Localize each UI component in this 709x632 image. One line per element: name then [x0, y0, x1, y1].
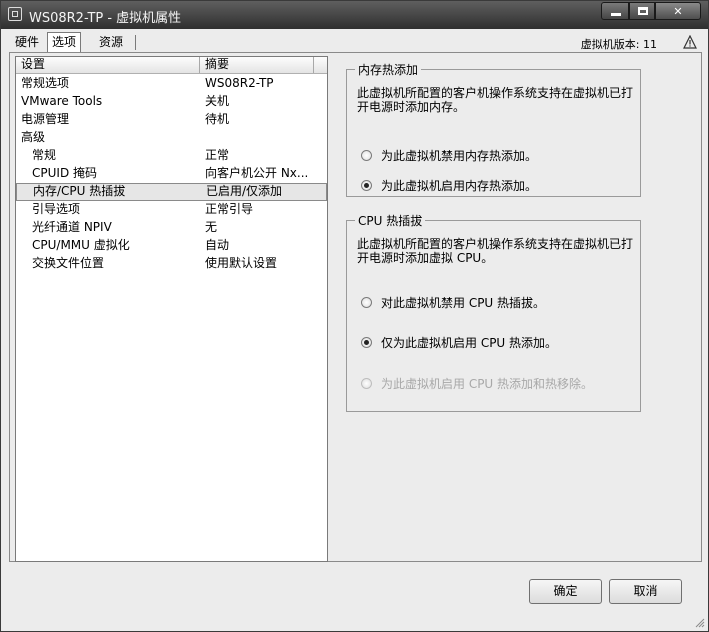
item-value: 已启用/仅添加	[206, 184, 283, 198]
list-item[interactable]: CPUID 掩码 向客户机公开 Nx...	[16, 165, 327, 183]
item-name: 电源管理	[21, 112, 70, 126]
close-button[interactable]: ✕	[655, 2, 701, 20]
item-name: VMware Tools	[21, 94, 103, 108]
item-name: 光纤通道 NPIV	[32, 220, 112, 234]
window-title: WS08R2-TP - 虚拟机属性	[29, 11, 182, 26]
cancel-button[interactable]: 取消	[609, 579, 682, 604]
list-item[interactable]: VMware Tools 关机	[16, 93, 327, 111]
item-value: 无	[205, 220, 218, 234]
list-item[interactable]: 引导选项 正常引导	[16, 201, 327, 219]
warning-icon	[683, 35, 697, 49]
option-label: 为此虚拟机禁用内存热添加。	[381, 149, 538, 163]
maximize-icon	[638, 7, 648, 15]
resize-grip-icon[interactable]	[693, 616, 705, 628]
list-item[interactable]: 高级	[16, 129, 327, 147]
ok-button[interactable]: 确定	[529, 579, 602, 604]
cpu-hotplug-group: CPU 热插拔 此虚拟机所配置的客户机操作系统支持在虚拟机已打开电源时添加虚拟 …	[346, 212, 641, 412]
tab-divider	[135, 35, 136, 50]
options-panel: 设置 摘要 常规选项 WS08R2-TP VMware Tools 关机 电源管…	[9, 52, 702, 562]
item-name: 高级	[21, 130, 46, 144]
item-name: 交换文件位置	[32, 256, 105, 270]
item-value: 关机	[205, 94, 230, 108]
radio-selected-icon[interactable]	[361, 337, 372, 348]
memory-group-description: 此虚拟机所配置的客户机操作系统支持在虚拟机已打开电源时添加内存。	[357, 86, 634, 114]
header-setting[interactable]: 设置	[16, 57, 200, 73]
close-icon: ✕	[673, 5, 683, 18]
list-item-selected[interactable]: 内存/CPU 热插拔 已启用/仅添加	[16, 183, 327, 201]
list-item[interactable]: 交换文件位置 使用默认设置	[16, 255, 327, 273]
option-label: 为此虚拟机启用 CPU 热添加和热移除。	[381, 377, 594, 391]
radio-icon[interactable]	[361, 150, 372, 161]
item-name: 常规选项	[21, 76, 70, 90]
radio-icon[interactable]	[361, 297, 372, 308]
cpu-group-description: 此虚拟机所配置的客户机操作系统支持在虚拟机已打开电源时添加虚拟 CPU。	[357, 237, 634, 265]
minimize-icon	[611, 13, 621, 16]
item-name: 内存/CPU 热插拔	[33, 184, 126, 198]
settings-list[interactable]: 设置 摘要 常规选项 WS08R2-TP VMware Tools 关机 电源管…	[15, 56, 328, 562]
list-header: 设置 摘要	[16, 57, 327, 74]
list-item[interactable]: 电源管理 待机	[16, 111, 327, 129]
item-value: 正常	[205, 148, 230, 162]
tab-resources[interactable]: 资源	[95, 34, 127, 51]
item-value: WS08R2-TP	[205, 76, 274, 90]
item-name: 常规	[32, 148, 57, 162]
title-bar[interactable]: WS08R2-TP - 虚拟机属性 ✕	[1, 1, 708, 29]
item-value: 自动	[205, 238, 230, 252]
item-value: 待机	[205, 112, 230, 126]
header-summary[interactable]: 摘要	[200, 57, 314, 73]
minimize-button[interactable]	[601, 2, 629, 20]
item-value: 向客户机公开 Nx...	[205, 166, 309, 180]
list-item[interactable]: 常规 正常	[16, 147, 327, 165]
list-item[interactable]: CPU/MMU 虚拟化 自动	[16, 237, 327, 255]
option-label: 仅为此虚拟机启用 CPU 热添加。	[381, 336, 558, 350]
memory-hotadd-group: 内存热添加 此虚拟机所配置的客户机操作系统支持在虚拟机已打开电源时添加内存。 为…	[346, 61, 641, 197]
tab-row: 硬件 选项 资源 虚拟机版本: 11	[9, 32, 703, 52]
maximize-button[interactable]	[629, 2, 655, 20]
item-value: 使用默认设置	[205, 256, 278, 270]
tab-options[interactable]: 选项	[47, 32, 82, 52]
radio-selected-icon[interactable]	[361, 180, 372, 191]
item-name: CPU/MMU 虚拟化	[32, 238, 130, 252]
properties-window: WS08R2-TP - 虚拟机属性 ✕ 硬件 选项 资源 虚拟机版本: 11 设…	[0, 0, 709, 632]
memory-group-title: 内存热添加	[355, 61, 422, 78]
list-item[interactable]: 常规选项 WS08R2-TP	[16, 75, 327, 93]
option-label: 为此虚拟机启用内存热添加。	[381, 179, 538, 193]
item-value: 正常引导	[205, 202, 254, 216]
vm-app-icon	[8, 7, 22, 21]
vm-version-label: 虚拟机版本: 11	[580, 38, 657, 51]
item-name: CPUID 掩码	[32, 166, 97, 180]
option-label: 对此虚拟机禁用 CPU 热插拔。	[381, 296, 546, 310]
cpu-group-title: CPU 热插拔	[355, 212, 426, 229]
item-name: 引导选项	[32, 202, 81, 216]
list-item[interactable]: 光纤通道 NPIV 无	[16, 219, 327, 237]
tab-hardware[interactable]: 硬件	[11, 34, 43, 51]
radio-disabled-icon	[361, 378, 372, 389]
